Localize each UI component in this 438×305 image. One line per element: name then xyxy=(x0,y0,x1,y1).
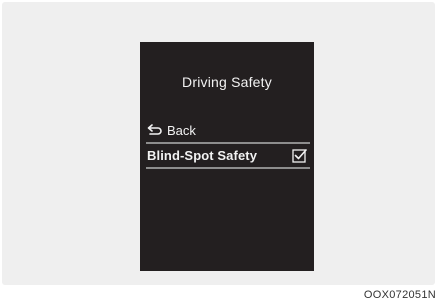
figure-code: OOX072051N xyxy=(363,289,436,301)
menu-item-blind-spot-safety[interactable]: Blind-Spot Safety xyxy=(147,146,309,165)
selection-divider-top xyxy=(146,142,310,144)
figure-frame: Driving Safety Back Blind-Spot Safety xyxy=(2,2,435,285)
menu-item-label: Blind-Spot Safety xyxy=(147,148,258,163)
screen-title: Driving Safety xyxy=(182,74,272,90)
cluster-display: Driving Safety Back Blind-Spot Safety xyxy=(140,42,314,271)
checkbox-checked-icon[interactable] xyxy=(292,148,307,163)
back-menu-item[interactable]: Back xyxy=(147,121,309,139)
back-label: Back xyxy=(167,122,196,138)
selection-divider-bottom xyxy=(146,167,310,169)
return-arrow-icon xyxy=(147,124,162,135)
